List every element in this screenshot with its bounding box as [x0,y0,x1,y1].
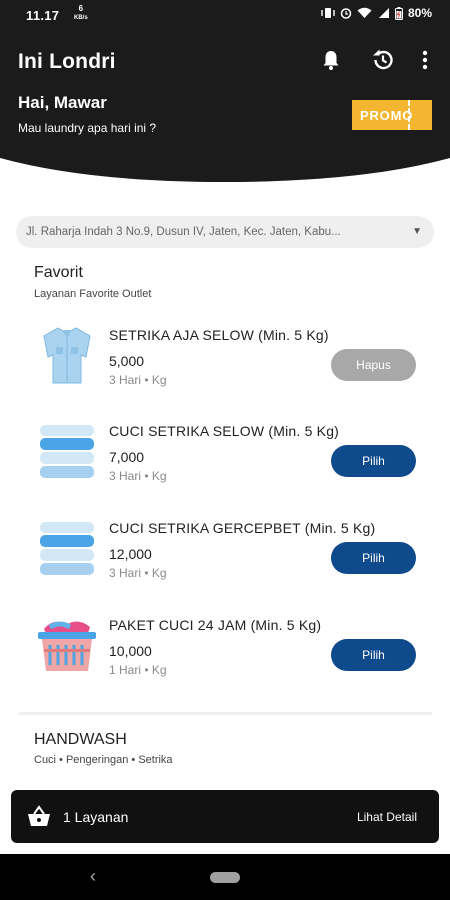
signal-icon [378,8,389,18]
service-name: PAKET CUCI 24 JAM (Min. 5 Kg) [109,617,322,633]
service-duration: 3 Hari • Kg [109,373,167,387]
handwash-section-subtitle: Cuci • Pengeringan • Setrika [34,754,173,766]
battery-level: 80% [407,6,432,20]
section-divider [18,712,432,715]
service-item[interactable]: PAKET CUCI 24 JAM (Min. 5 Kg) 10,000 1 H… [0,615,450,705]
service-name: SETRIKA AJA SELOW (Min. 5 Kg) [109,327,329,343]
greeting-subtitle: Mau laundry apa hari ini ? [18,121,157,135]
select-button[interactable]: Pilih [331,542,416,574]
greeting-text: Hai, Mawar [18,93,107,112]
address-selector[interactable]: Jl. Raharja Indah 3 No.9, Dusun IV, Jate… [16,216,434,248]
select-button[interactable]: Pilih [331,639,416,671]
vibrate-icon [321,8,335,18]
service-price: 12,000 [109,546,152,562]
folded-towels-icon [40,425,94,478]
service-name: CUCI SETRIKA SELOW (Min. 5 Kg) [109,423,340,439]
promo-label: PROMO [360,107,414,123]
laundry-basket-icon [38,621,96,671]
service-name: CUCI SETRIKA GERCEPBET (Min. 5 Kg) [109,520,376,536]
cart-count: 1 Layanan [63,809,129,825]
back-icon[interactable]: ‹ [90,866,96,887]
network-speed: 6 KB/s [74,4,88,22]
ticket-notch [408,100,432,130]
status-time: 11.17 [26,8,60,23]
battery-icon [394,6,403,20]
status-bar: 11.17 6 KB/s 80% [0,0,450,30]
service-item[interactable]: CUCI SETRIKA SELOW (Min. 5 Kg) 7,000 3 H… [0,421,450,511]
favorite-section-title: Favorit [34,264,83,281]
service-price: 7,000 [109,449,145,465]
app-title: Ini Londri [18,50,116,73]
service-price: 10,000 [109,643,152,659]
service-item[interactable]: CUCI SETRIKA GERCEPBET (Min. 5 Kg) 12,00… [0,518,450,608]
shirt-icon [43,327,91,384]
promo-ticket-button[interactable]: PROMO [352,100,432,130]
view-detail-link[interactable]: Lihat Detail [357,810,417,824]
app-header: Ini Londri Hai, Mawar Mau laundry apa ha… [0,30,450,190]
system-nav-bar: ‹ [0,854,450,900]
home-pill-icon[interactable] [210,872,240,883]
cart-summary-bar[interactable]: 1 Layanan Lihat Detail [11,790,439,843]
handwash-section-title: HANDWASH [34,731,127,748]
status-icons: 80% [321,6,432,20]
more-options-icon[interactable] [413,46,437,74]
service-item[interactable]: SETRIKA AJA SELOW (Min. 5 Kg) 5,000 3 Ha… [0,325,450,415]
wifi-icon [357,7,372,18]
address-text: Jl. Raharja Indah 3 No.9, Dusun IV, Jate… [26,226,341,238]
select-button[interactable]: Pilih [331,445,416,477]
folded-towels-icon [40,522,94,575]
service-duration: 3 Hari • Kg [109,566,167,580]
remove-button[interactable]: Hapus [331,349,416,381]
alarm-icon [340,8,352,19]
service-duration: 3 Hari • Kg [109,469,167,483]
shopping-basket-icon [28,805,50,826]
dropdown-caret-icon: ▼ [412,226,422,237]
notification-bell-icon[interactable] [317,46,345,74]
favorite-section-subtitle: Layanan Favorite Outlet [34,288,152,300]
service-price: 5,000 [109,353,145,369]
service-duration: 1 Hari • Kg [109,663,167,677]
history-icon[interactable] [369,46,397,74]
